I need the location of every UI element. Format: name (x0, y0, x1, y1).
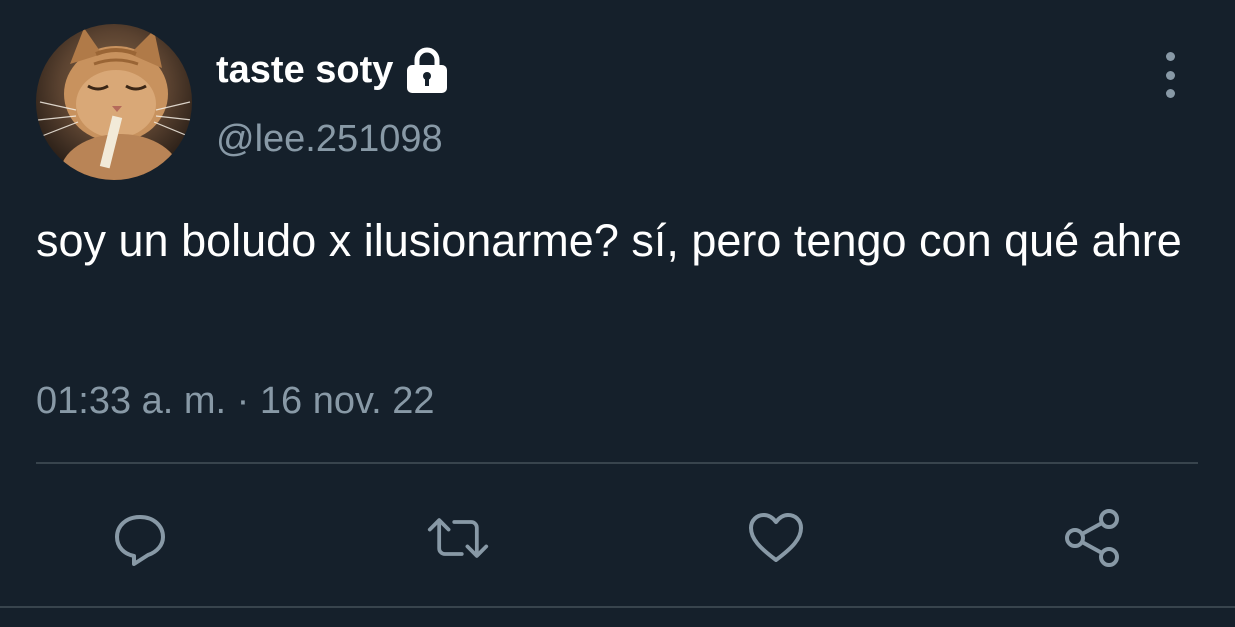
more-dot (1165, 89, 1175, 98)
tweet-text: soy un boludo x ilusionarme? sí, pero te… (36, 215, 1182, 266)
share-button[interactable] (1062, 506, 1126, 570)
bottom-divider (0, 606, 1235, 608)
retweet-icon (427, 518, 489, 558)
action-bar (0, 500, 1235, 580)
display-name-row: taste soty (216, 44, 449, 96)
tweet-timestamp[interactable]: 01:33 a. m. · 16 nov. 22 (36, 380, 435, 423)
cat-avatar-image (37, 28, 192, 180)
retweet-button[interactable] (426, 506, 490, 570)
divider (36, 462, 1198, 464)
lock-icon (405, 46, 449, 94)
share-icon (1065, 509, 1119, 567)
like-button[interactable] (744, 506, 808, 570)
avatar[interactable] (36, 24, 192, 180)
more-vertical-icon (1165, 52, 1175, 61)
display-name[interactable]: taste soty (216, 49, 393, 92)
reply-button[interactable] (108, 506, 172, 570)
tweet: taste soty @lee.251098 soy un boludo x i… (0, 0, 1235, 627)
user-handle[interactable]: @lee.251098 (216, 118, 443, 161)
heart-icon (749, 513, 803, 562)
more-dot (1165, 70, 1175, 80)
reply-icon (115, 515, 165, 566)
more-options-button[interactable] (1152, 52, 1188, 98)
